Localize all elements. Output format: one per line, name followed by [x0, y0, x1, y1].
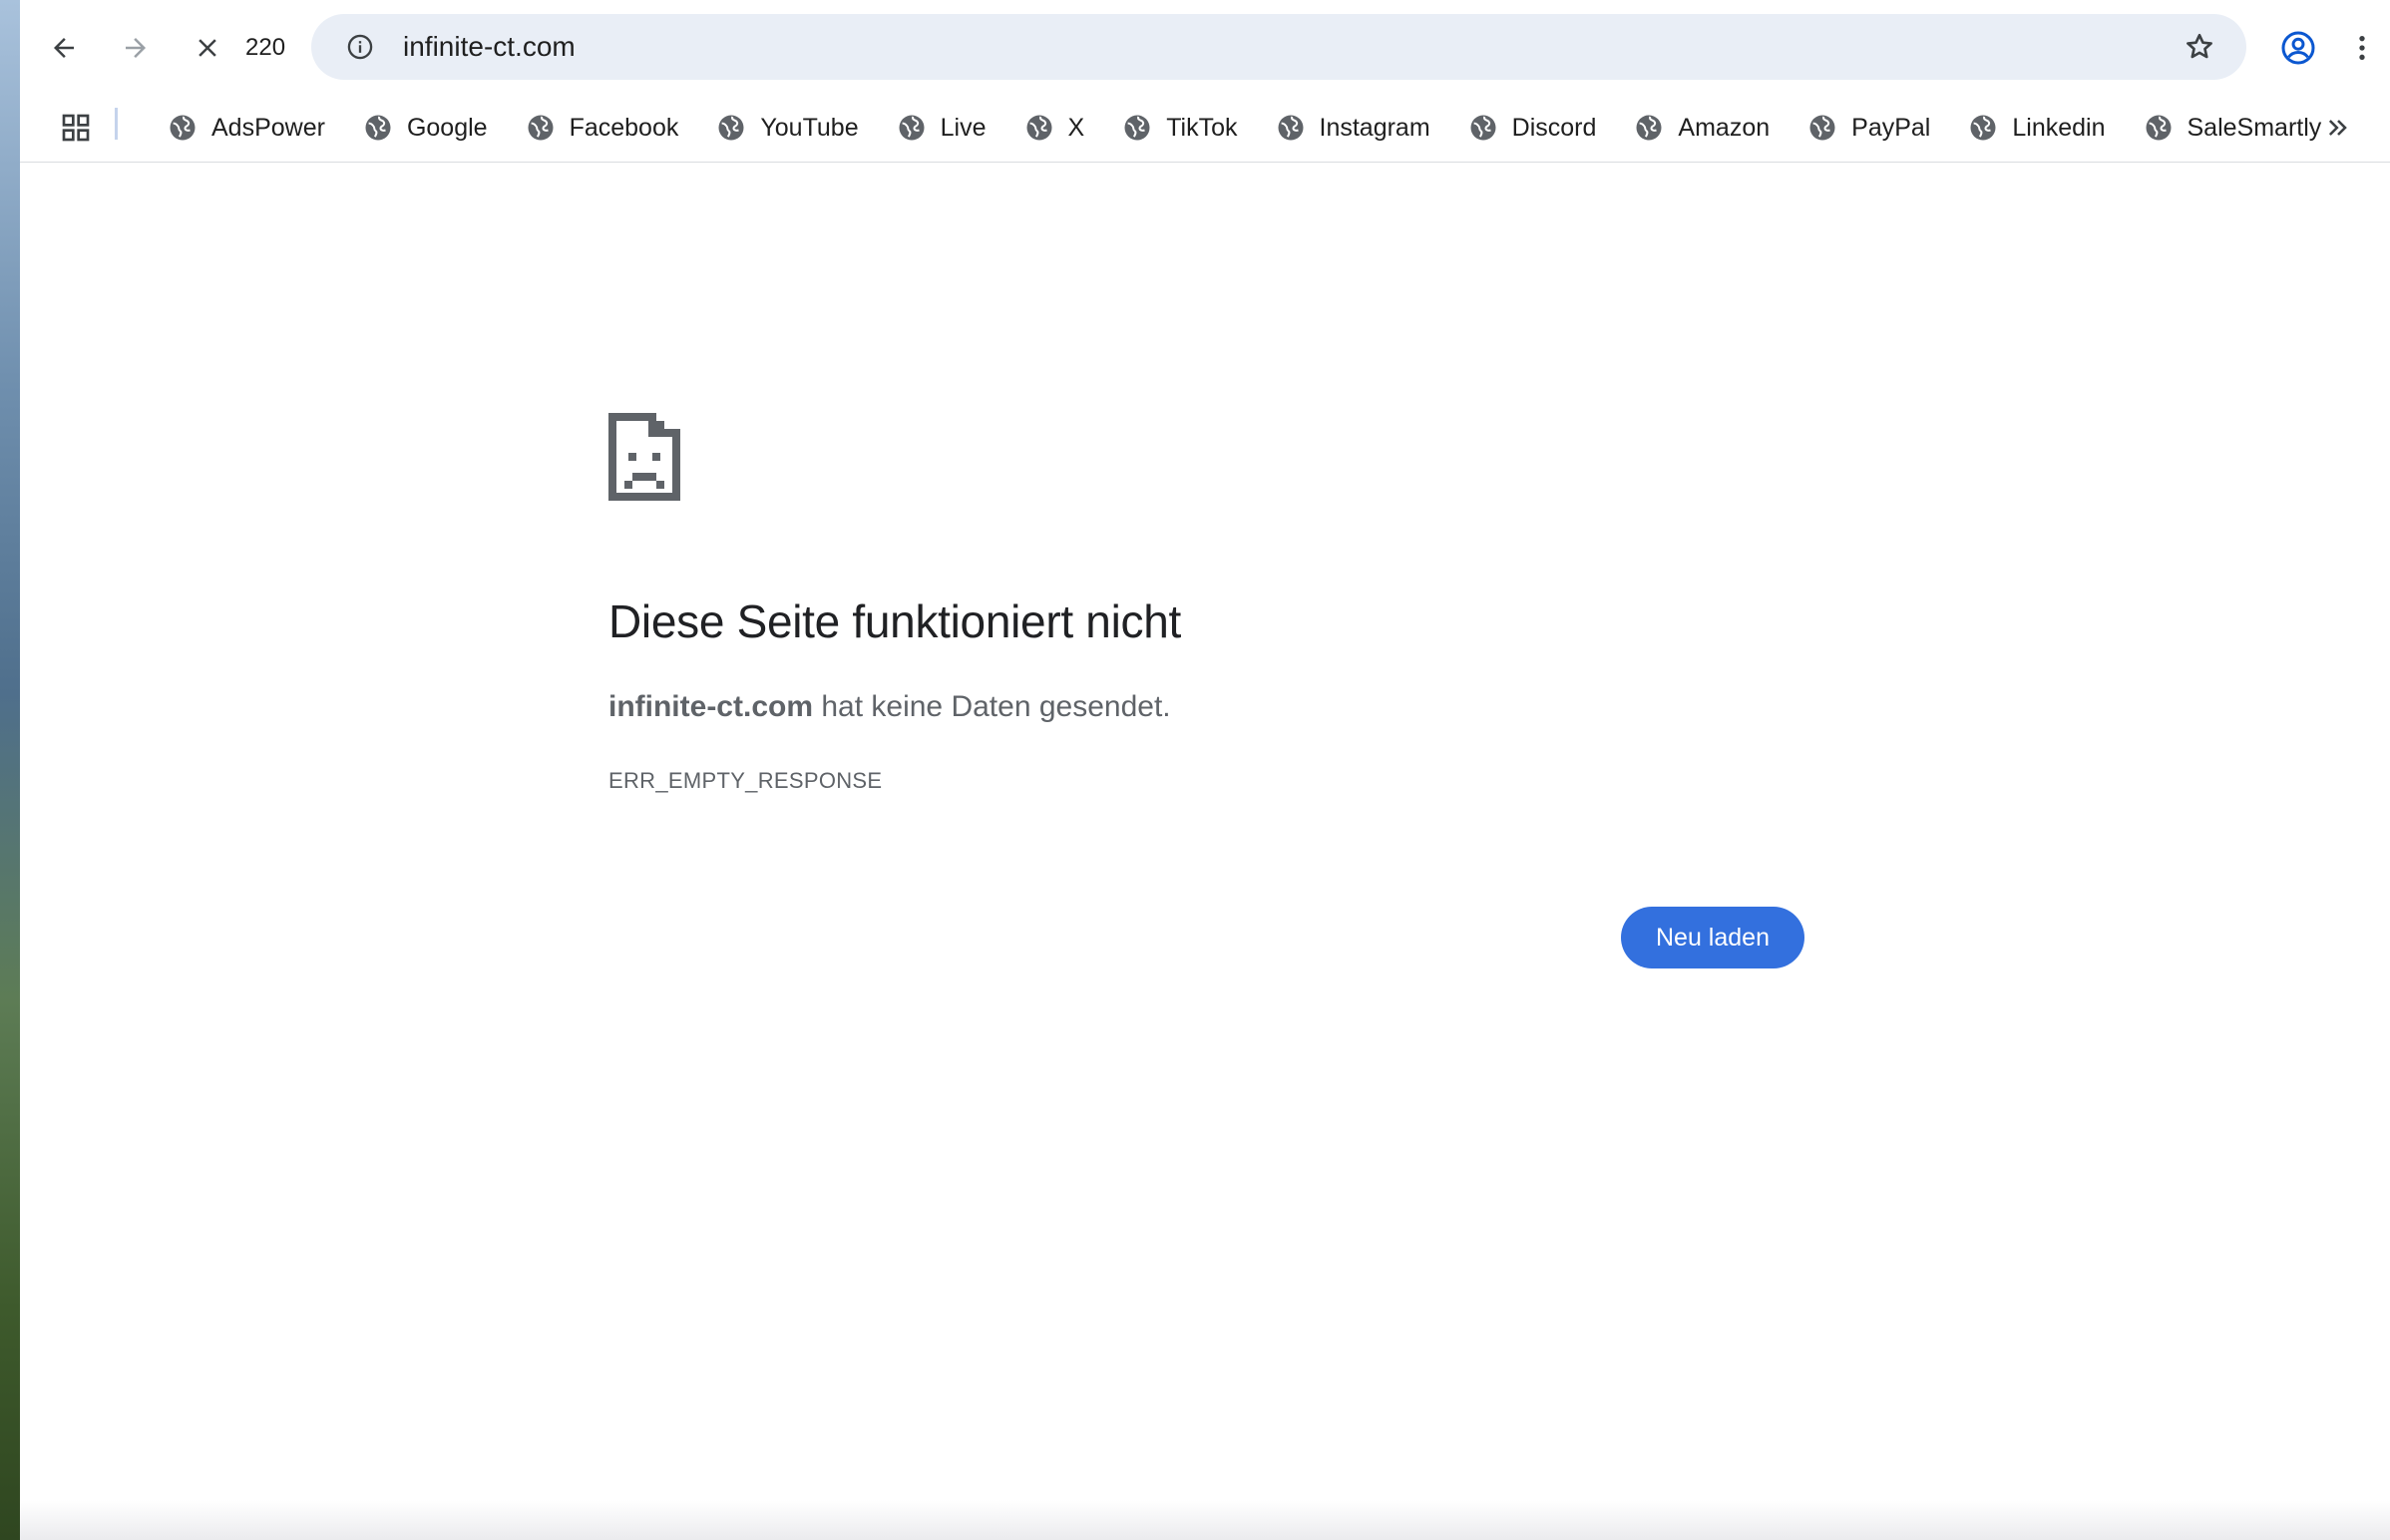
bookmark-youtube[interactable]: YouTube — [692, 104, 872, 152]
close-icon — [199, 39, 216, 57]
error-host: infinite-ct.com — [608, 690, 814, 723]
bookmark-label: TikTok — [1166, 113, 1238, 142]
error-title: Diese Seite funktioniert nicht — [608, 595, 1181, 647]
arrow-right-icon — [126, 38, 146, 58]
globe-icon — [1468, 113, 1498, 143]
star-icon[interactable] — [2183, 30, 2216, 64]
globe-icon — [526, 113, 556, 143]
globe-icon — [1122, 113, 1152, 143]
bookmark-label: SaleSmartly — [2187, 113, 2322, 142]
bookmark-label: PayPal — [1851, 113, 1931, 142]
bookmarks-separator — [115, 108, 118, 140]
bookmark-instagram[interactable]: Instagram — [1252, 104, 1444, 152]
globe-icon — [1276, 113, 1306, 143]
bookmark-label: AdsPower — [211, 113, 325, 142]
bookmark-tiktok[interactable]: TikTok — [1098, 104, 1251, 152]
arrow-left-icon — [54, 38, 74, 58]
bookmark-salesmartly[interactable]: SaleSmartly — [2120, 104, 2336, 152]
bookmark-label: Instagram — [1319, 113, 1430, 142]
bookmarks-overflow-button[interactable] — [2316, 106, 2360, 150]
browser-menu-button[interactable] — [2342, 24, 2382, 72]
back-button[interactable] — [40, 24, 88, 72]
bookmarks-bar: AdsPower Google Facebook YouTube Live X — [20, 94, 2390, 163]
globe-icon — [1024, 113, 1054, 143]
info-icon[interactable] — [345, 32, 375, 62]
globe-icon — [1968, 113, 1998, 143]
window-bottom-shadow — [20, 1500, 2390, 1540]
apps-button[interactable] — [54, 106, 98, 150]
error-page: Diese Seite funktioniert nicht infinite-… — [20, 163, 2390, 1540]
reload-button[interactable]: Neu laden — [1621, 907, 1804, 968]
apps-grid-icon — [62, 114, 90, 142]
more-vertical-icon — [2359, 36, 2365, 60]
profile-button[interactable] — [2274, 24, 2322, 72]
globe-icon — [1634, 113, 1664, 143]
bookmark-live[interactable]: Live — [873, 104, 1000, 152]
address-bar[interactable] — [311, 14, 2246, 80]
bookmark-label: Discord — [1511, 113, 1597, 142]
globe-icon — [716, 113, 746, 143]
bookmark-google[interactable]: Google — [339, 104, 502, 152]
chevron-double-right-icon — [2328, 120, 2347, 136]
forward-button[interactable] — [112, 24, 160, 72]
account-circle-icon — [2281, 31, 2315, 65]
browser-toolbar: 220 — [20, 0, 2390, 94]
bookmark-label: Facebook — [569, 113, 679, 142]
bookmark-label: Live — [940, 113, 987, 142]
error-code: ERR_EMPTY_RESPONSE — [608, 768, 883, 793]
globe-icon — [1807, 113, 1837, 143]
bookmark-amazon[interactable]: Amazon — [1610, 104, 1784, 152]
globe-icon — [897, 113, 927, 143]
bookmark-label: YouTube — [760, 113, 859, 142]
globe-icon — [168, 113, 198, 143]
sad-document-icon — [608, 413, 680, 501]
bookmark-adspower[interactable]: AdsPower — [144, 104, 339, 152]
globe-icon — [363, 113, 393, 143]
stop-loading-button[interactable] — [184, 24, 231, 72]
bookmark-label: Amazon — [1678, 113, 1771, 142]
bookmark-label: Google — [406, 113, 488, 142]
url-input[interactable] — [403, 30, 2099, 64]
error-message: hat keine Daten gesendet. — [813, 690, 1171, 723]
bookmark-facebook[interactable]: Facebook — [502, 104, 693, 152]
bookmark-list: AdsPower Google Facebook YouTube Live X — [144, 102, 2335, 154]
tab-count: 220 — [245, 34, 286, 61]
bookmark-label: X — [1067, 113, 1085, 142]
error-description: infinite-ct.com hat keine Daten gesendet… — [608, 687, 1171, 727]
bookmark-x[interactable]: X — [1000, 104, 1099, 152]
bookmark-discord[interactable]: Discord — [1444, 104, 1611, 152]
bookmark-linkedin[interactable]: Linkedin — [1944, 104, 2119, 152]
bookmark-paypal[interactable]: PayPal — [1784, 104, 1944, 152]
browser-window: 220 infinite-ct.com AdsPower Google Face… — [20, 0, 2390, 1540]
bookmark-label: Linkedin — [2012, 113, 2106, 142]
globe-icon — [2144, 113, 2174, 143]
